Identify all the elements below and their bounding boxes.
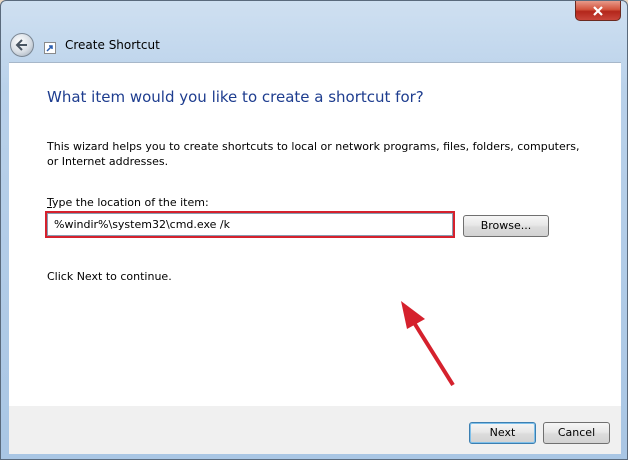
location-input[interactable] [47,213,453,236]
page-heading: What item would you like to create a sho… [47,88,424,106]
shortcut-icon [44,42,56,54]
continue-hint: Click Next to continue. [47,270,172,283]
wizard-footer: Next Cancel [9,406,621,454]
browse-button[interactable]: Browse... [463,215,549,237]
location-label: Type the location of the item: [47,196,209,209]
cancel-button[interactable]: Cancel [543,422,610,444]
close-button[interactable] [575,1,621,21]
title-bar: Create Shortcut [1,1,627,61]
wizard-content: What item would you like to create a sho… [9,62,621,407]
next-button[interactable]: Next [469,422,536,444]
create-shortcut-window: Create Shortcut What item would you like… [0,0,628,460]
back-arrow-icon [15,39,27,51]
close-icon [593,6,603,16]
annotation-arrow-icon [401,301,455,387]
wizard-description: This wizard helps you to create shortcut… [47,140,580,168]
back-button[interactable] [10,33,34,57]
location-label-text: ype the location of the item: [52,196,209,209]
window-title: Create Shortcut [65,38,160,52]
